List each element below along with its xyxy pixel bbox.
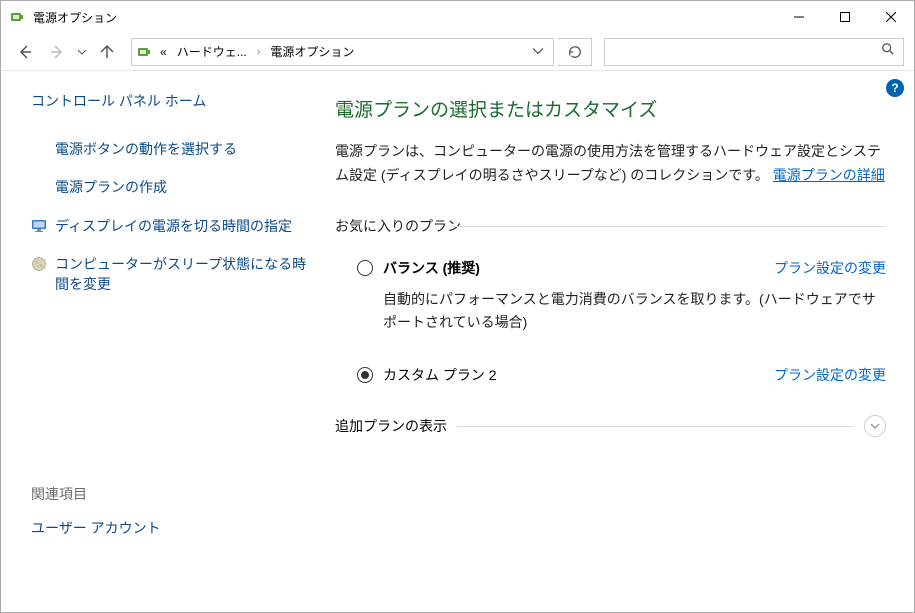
titlebar: 電源オプション <box>1 1 914 33</box>
control-panel-home-link[interactable]: コントロール パネル ホーム <box>31 91 309 111</box>
breadcrumb-prefix[interactable]: « <box>158 45 169 59</box>
breadcrumb-seg-2[interactable]: 電源オプション <box>268 43 356 60</box>
related-items-header: 関連項目 <box>31 484 309 504</box>
plan-radio-custom2[interactable] <box>357 367 373 383</box>
battery-app-icon <box>9 9 25 25</box>
close-button[interactable] <box>868 1 914 33</box>
maximize-button[interactable] <box>822 1 868 33</box>
moon-icon <box>31 256 47 272</box>
breadcrumb-seg-1[interactable]: ハードウェ... <box>175 43 249 60</box>
search-input[interactable] <box>613 45 881 59</box>
plan-radio-balance[interactable] <box>357 260 373 276</box>
history-dropdown[interactable] <box>75 48 89 56</box>
main-panel: 電源プランの選択またはカスタマイズ 電源プランは、コンピューターの電源の使用方法… <box>321 71 914 612</box>
help-icon[interactable]: ? <box>886 79 904 97</box>
user-accounts-link[interactable]: ユーザー アカウント <box>31 518 309 538</box>
expand-additional-button[interactable] <box>864 415 886 437</box>
content-area: ? コントロール パネル ホーム 電源ボタンの動作を選択する 電源プランの作成 … <box>1 71 914 612</box>
monitor-icon <box>31 218 47 234</box>
forward-button[interactable] <box>43 38 71 66</box>
back-button[interactable] <box>11 38 39 66</box>
sidebar: コントロール パネル ホーム 電源ボタンの動作を選択する 電源プランの作成 ディ… <box>1 71 321 612</box>
page-heading: 電源プランの選択またはカスタマイズ <box>335 95 886 122</box>
chevron-right-icon[interactable]: › <box>255 46 263 58</box>
up-button[interactable] <box>93 38 121 66</box>
search-icon[interactable] <box>881 42 895 61</box>
sidebar-link-sleep[interactable]: コンピューターがスリープ状態になる時間を変更 <box>31 254 309 295</box>
search-box[interactable] <box>604 38 904 66</box>
battery-addr-icon <box>136 44 152 60</box>
nav-row: « ハードウェ... › 電源オプション <box>1 33 914 71</box>
favorite-plans-label: お気に入りのプラン <box>335 216 886 236</box>
plan-desc-balance: 自動的にパフォーマンスと電力消費のバランスを取ります。(ハードウェアでサポートさ… <box>335 288 886 336</box>
additional-plans-label: 追加プランの表示 <box>335 416 447 436</box>
plan-row-balance: バランス (推奨) プラン設定の変更 <box>335 258 886 278</box>
change-plan-settings-custom2[interactable]: プラン設定の変更 <box>774 365 886 385</box>
page-description: 電源プランは、コンピューターの電源の使用方法を管理するハードウェア設定とシステム… <box>335 140 886 188</box>
window-title: 電源オプション <box>33 9 776 26</box>
address-dropdown[interactable] <box>527 43 549 61</box>
sidebar-link-create-plan[interactable]: 電源プランの作成 <box>31 177 309 197</box>
plan-label-balance[interactable]: バランス (推奨) <box>383 258 774 278</box>
plan-label-custom2[interactable]: カスタム プラン 2 <box>383 365 774 385</box>
address-bar[interactable]: « ハードウェ... › 電源オプション <box>131 38 554 66</box>
minimize-button[interactable] <box>776 1 822 33</box>
sidebar-link-power-button[interactable]: 電源ボタンの動作を選択する <box>31 139 309 159</box>
power-plan-details-link[interactable]: 電源プランの詳細 <box>773 167 885 183</box>
change-plan-settings-balance[interactable]: プラン設定の変更 <box>774 258 886 278</box>
additional-plans-row: 追加プランの表示 <box>335 415 886 437</box>
plan-row-custom2: カスタム プラン 2 プラン設定の変更 <box>335 365 886 385</box>
sidebar-link-display-off[interactable]: ディスプレイの電源を切る時間の指定 <box>31 216 309 236</box>
refresh-button[interactable] <box>558 38 592 66</box>
